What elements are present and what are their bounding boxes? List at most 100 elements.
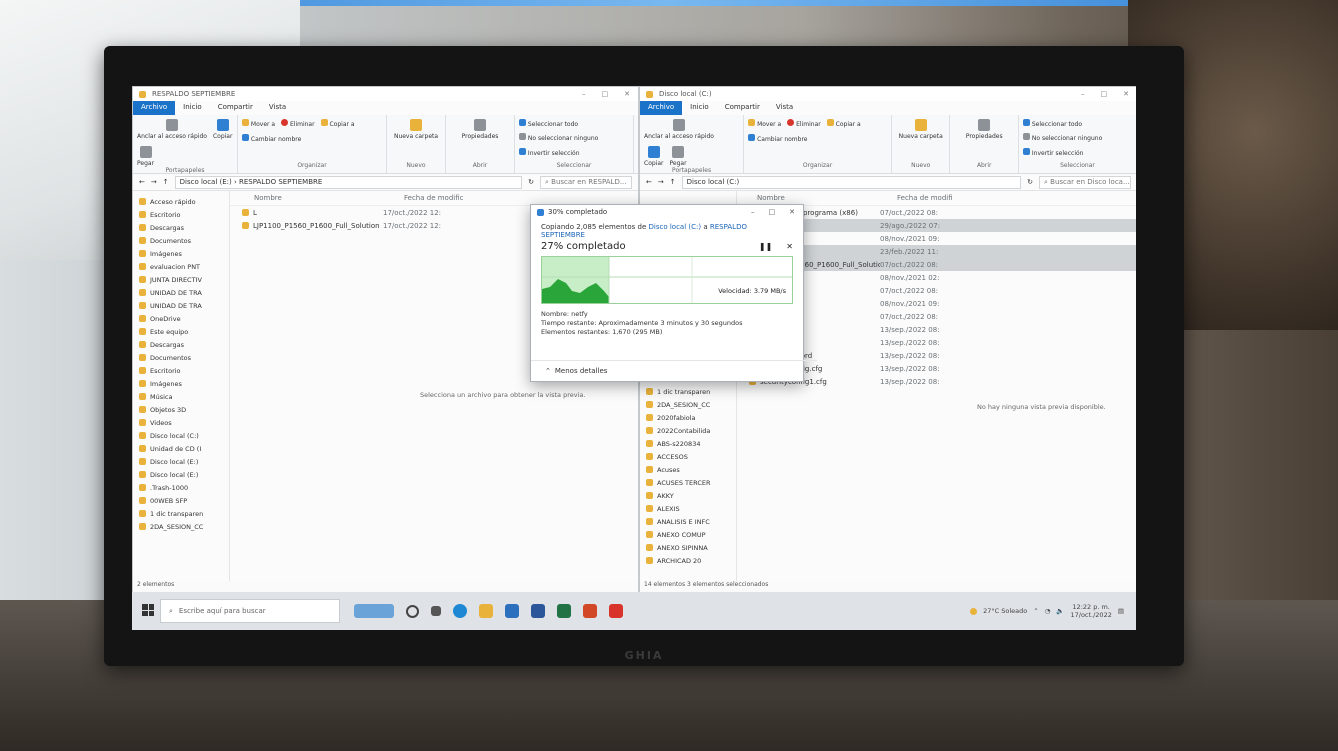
nav-item[interactable]: evaluacion PNT (133, 260, 229, 273)
back-arrow-icon[interactable]: ← (139, 178, 145, 186)
copy-to-button[interactable]: Copiar a (320, 119, 355, 128)
new-folder-button[interactable]: Nueva carpeta (899, 119, 943, 140)
nav-item[interactable]: 00WEB SFP (133, 494, 229, 507)
nav-item[interactable]: Disco local (E:) (133, 455, 229, 468)
nav-item[interactable]: 2020fabiola (640, 411, 736, 424)
nav-item[interactable]: Imágenes (133, 377, 229, 390)
nav-item[interactable]: 2DA_SESION_CC (640, 398, 736, 411)
nav-item[interactable]: Videos (133, 416, 229, 429)
nav-item[interactable]: ANEXO COMUP (640, 528, 736, 541)
column-header-date[interactable]: Fecha de modific (404, 194, 463, 202)
tab-vista[interactable]: Vista (261, 101, 294, 115)
nav-item[interactable]: JUNTA DIRECTIV (133, 273, 229, 286)
delete-button[interactable]: Eliminar (787, 119, 821, 128)
nav-item[interactable]: Este equipo (133, 325, 229, 338)
word-icon[interactable] (531, 604, 545, 618)
close-icon[interactable]: ✕ (624, 90, 630, 98)
pause-icon[interactable]: ❚❚ (759, 242, 772, 251)
tab-compartir[interactable]: Compartir (210, 101, 261, 115)
nav-item[interactable]: Acuses (640, 463, 736, 476)
address-bar[interactable]: Disco local (C:) (681, 175, 1022, 189)
breadcrumb-drive[interactable]: Disco local (C:) (687, 178, 740, 186)
file-explorer-icon[interactable] (479, 604, 493, 618)
refresh-icon[interactable]: ↻ (528, 178, 534, 186)
nav-item[interactable]: Documentos (133, 234, 229, 247)
pin-button[interactable]: Anclar al acceso rápido (644, 119, 714, 140)
paste-button[interactable]: Pegar (669, 146, 687, 167)
tab-inicio[interactable]: Inicio (175, 101, 210, 115)
rename-button[interactable]: Cambiar nombre (242, 134, 301, 143)
nav-item[interactable]: Escritorio (133, 364, 229, 377)
copy-button[interactable]: Copiar (644, 146, 663, 167)
column-header-date[interactable]: Fecha de modifi (897, 194, 953, 202)
close-icon[interactable]: ✕ (789, 208, 795, 216)
up-arrow-icon[interactable]: ↑ (670, 178, 676, 186)
nav-item[interactable]: Unidad de CD (I (133, 442, 229, 455)
task-view-icon[interactable] (431, 606, 441, 616)
nav-item[interactable]: 2022Contabilida (640, 424, 736, 437)
nav-item[interactable]: Acceso rápido (133, 195, 229, 208)
nav-item[interactable]: Disco local (E:) (133, 468, 229, 481)
nav-item[interactable]: Descargas (133, 338, 229, 351)
minimize-icon[interactable]: – (751, 208, 755, 216)
properties-button[interactable]: Propiedades (966, 119, 1003, 140)
nav-item[interactable]: ACCESOS (640, 450, 736, 463)
nav-item[interactable]: Documentos (133, 351, 229, 364)
tab-inicio[interactable]: Inicio (682, 101, 717, 115)
select-none-button[interactable]: No seleccionar ninguno (519, 133, 598, 142)
select-all-button[interactable]: Seleccionar todo (1022, 119, 1082, 128)
nav-item[interactable]: Música (133, 390, 229, 403)
nav-item[interactable]: 2DA_SESION_CC (133, 520, 229, 533)
copy-button[interactable]: Copiar (213, 119, 232, 140)
refresh-icon[interactable]: ↻ (1027, 178, 1033, 186)
nav-item[interactable]: ALEXIS (640, 502, 736, 515)
maximize-icon[interactable]: □ (1101, 90, 1108, 98)
taskbar-search-input[interactable]: ⌕ Escribe aquí para buscar (160, 599, 340, 623)
back-arrow-icon[interactable]: ← (646, 178, 652, 186)
nav-item[interactable]: AKKY (640, 489, 736, 502)
up-arrow-icon[interactable]: ↑ (163, 178, 169, 186)
nav-item[interactable]: Disco local (C:) (133, 429, 229, 442)
store-icon[interactable] (505, 604, 519, 618)
volume-icon[interactable]: 🔈 (1056, 607, 1064, 615)
address-bar[interactable]: Disco local (E:) › RESPALDO SEPTIEMBRE (174, 175, 523, 189)
cortana-icon[interactable] (406, 604, 419, 618)
copy-to-button[interactable]: Copiar a (826, 119, 861, 128)
nav-item[interactable]: Objetos 3D (133, 403, 229, 416)
nav-item[interactable]: .Trash-1000 (133, 481, 229, 494)
tab-vista[interactable]: Vista (768, 101, 801, 115)
nav-item[interactable]: 1 dic transparen (640, 385, 736, 398)
maximize-icon[interactable]: □ (769, 208, 776, 216)
source-link[interactable]: Disco local (C:) (649, 223, 702, 231)
new-folder-button[interactable]: Nueva carpeta (394, 119, 438, 140)
nav-item[interactable]: ARCHICAD 20 (640, 554, 736, 567)
cancel-icon[interactable]: ✕ (786, 242, 793, 251)
excel-icon[interactable] (557, 604, 571, 618)
properties-button[interactable]: Propiedades (462, 119, 498, 140)
delete-button[interactable]: Eliminar (281, 119, 315, 128)
invert-selection-button[interactable]: Invertir selección (1022, 147, 1083, 157)
acrobat-icon[interactable] (609, 604, 623, 618)
nav-item[interactable]: UNIDAD DE TRA (133, 286, 229, 299)
start-windows-icon[interactable] (142, 604, 154, 616)
tab-archivo[interactable]: Archivo (640, 101, 683, 115)
less-details-button[interactable]: ⌃ Menos detalles (531, 360, 817, 381)
nav-item[interactable]: ABS-s220834 (640, 437, 736, 450)
column-header-name[interactable]: Nombre (737, 194, 897, 202)
minimize-icon[interactable]: – (1081, 90, 1085, 98)
nav-item[interactable]: ANEXO SIPINNA (640, 541, 736, 554)
pin-button[interactable]: Anclar al acceso rápido (137, 119, 207, 140)
column-header-name[interactable]: Nombre (230, 194, 404, 202)
nav-item[interactable]: 1 dic transparen (133, 507, 229, 520)
forward-arrow-icon[interactable]: → (151, 178, 157, 186)
weather-sun-icon[interactable] (970, 607, 978, 615)
nav-item[interactable]: ANALISIS E INFC (640, 515, 736, 528)
move-to-button[interactable]: Mover a (748, 119, 781, 128)
nav-item[interactable]: ACUSES TERCER (640, 476, 736, 489)
clock[interactable]: 12:22 p. m. 17/oct./2022 (1070, 603, 1111, 619)
maximize-icon[interactable]: □ (602, 90, 609, 98)
news-widget-icon[interactable] (354, 604, 394, 618)
tab-compartir[interactable]: Compartir (717, 101, 768, 115)
select-none-button[interactable]: No seleccionar ninguno (1022, 133, 1102, 142)
breadcrumb-folder[interactable]: RESPALDO SEPTIEMBRE (239, 178, 322, 186)
